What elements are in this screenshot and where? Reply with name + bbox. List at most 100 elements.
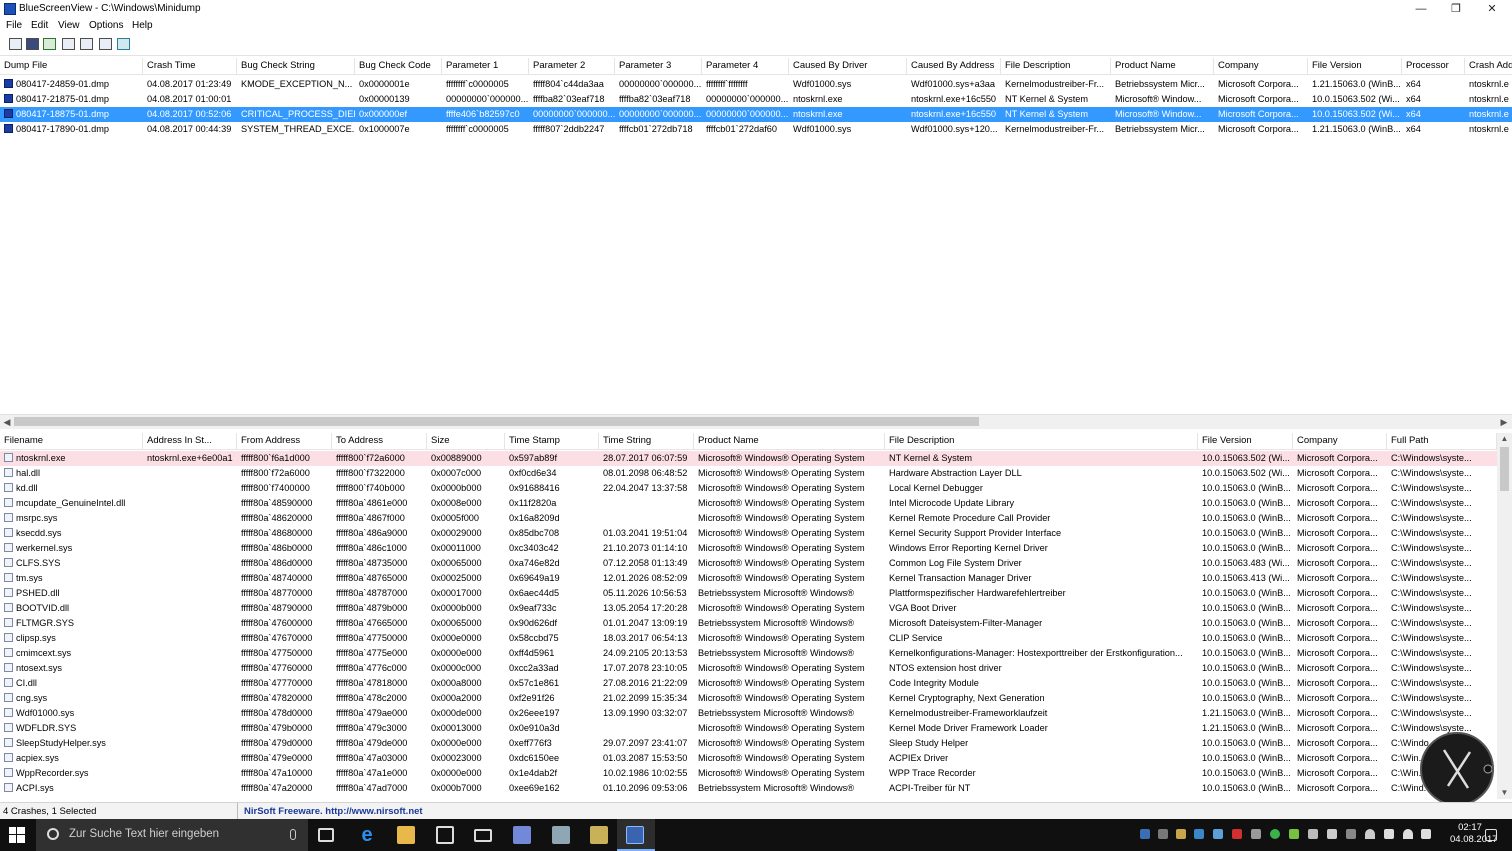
- crash-header-crash-add[interactable]: Crash Add: [1465, 58, 1512, 74]
- scroll-down-icon[interactable]: ▼: [1497, 787, 1512, 799]
- crash-header-caused-by-driver[interactable]: Caused By Driver: [789, 58, 907, 74]
- find-icon[interactable]: [99, 38, 112, 50]
- save-icon[interactable]: [26, 38, 39, 50]
- driver-row[interactable]: mcupdate_GenuineIntel.dll fffff80a`485900…: [0, 496, 1497, 511]
- driver-row[interactable]: ntoskrnl.exe ntoskrnl.exe+6e00a1 fffff800`…: [0, 451, 1497, 466]
- volume-icon[interactable]: [1421, 829, 1431, 839]
- edge-icon[interactable]: e: [358, 825, 376, 845]
- driver-header-product-name[interactable]: Product Name: [694, 433, 885, 449]
- scroll-right-icon[interactable]: ▶: [1497, 415, 1511, 429]
- crash-header-dump-file[interactable]: Dump File: [0, 58, 143, 74]
- driver-header-from-address[interactable]: From Address: [237, 433, 332, 449]
- taskbar-clock[interactable]: 02:17 04.08.2017: [1450, 822, 1498, 846]
- driver-row[interactable]: CLFS.SYS fffff80a`486d0000 fffff80a`487350…: [0, 556, 1497, 571]
- driver-row[interactable]: ACPI.sys fffff80a`47a20000 fffff80a`47ad70…: [0, 781, 1497, 796]
- crash-row[interactable]: 080417-21875-01.dmp 04.08.2017 01:00:01 0x…: [0, 92, 1512, 107]
- driver-row[interactable]: clipsp.sys fffff80a`47670000 fffff80a`4775…: [0, 631, 1497, 646]
- properties-icon[interactable]: [9, 38, 22, 50]
- mail-icon[interactable]: [474, 829, 492, 842]
- menu-options[interactable]: Options: [89, 20, 123, 31]
- driver-row[interactable]: PSHED.dll fffff80a`48770000 fffff80a`48787…: [0, 586, 1497, 601]
- options-icon[interactable]: [80, 38, 93, 50]
- tray-icon-1[interactable]: [1140, 829, 1150, 839]
- menu-edit[interactable]: Edit: [31, 20, 48, 31]
- scroll-thumb-vertical[interactable]: [1500, 447, 1509, 491]
- driver-row[interactable]: Wdf01000.sys fffff80a`478d0000 fffff80a`47…: [0, 706, 1497, 721]
- driver-header-file-version[interactable]: File Version: [1198, 433, 1293, 449]
- driver-row[interactable]: msrpc.sys fffff80a`48620000 fffff80a`4867f…: [0, 511, 1497, 526]
- scroll-up-icon[interactable]: ▲: [1497, 433, 1512, 445]
- app-icon-1[interactable]: [552, 826, 570, 844]
- app-icon-2[interactable]: [590, 826, 608, 844]
- overlay-widget[interactable]: [1420, 732, 1494, 806]
- refresh-icon[interactable]: [43, 38, 56, 50]
- crash-header-parameter-4[interactable]: Parameter 4: [702, 58, 789, 74]
- vertical-scrollbar[interactable]: ▲ ▼: [1497, 433, 1512, 799]
- crash-row[interactable]: 080417-24859-01.dmp 04.08.2017 01:23:49 KM…: [0, 77, 1512, 92]
- tray-icon-11[interactable]: [1327, 829, 1337, 839]
- driver-header-full-path[interactable]: Full Path: [1387, 433, 1497, 449]
- driver-header-size[interactable]: Size: [427, 433, 505, 449]
- microphone-icon[interactable]: [290, 829, 296, 840]
- driver-row[interactable]: hal.dll fffff800`f72a6000 fffff800`f732200…: [0, 466, 1497, 481]
- crash-header-caused-by-address[interactable]: Caused By Address: [907, 58, 1001, 74]
- driver-row[interactable]: werkernel.sys fffff80a`486b0000 fffff80a`4…: [0, 541, 1497, 556]
- driver-row[interactable]: ksecdd.sys fffff80a`48680000 fffff80a`486a…: [0, 526, 1497, 541]
- scroll-thumb[interactable]: [14, 417, 979, 426]
- tray-icon-7[interactable]: [1251, 829, 1261, 839]
- driver-row[interactable]: tm.sys fffff80a`48740000 fffff80a`48765000…: [0, 571, 1497, 586]
- menu-view[interactable]: View: [58, 20, 80, 31]
- driver-header-address-in-st[interactable]: Address In St...: [143, 433, 237, 449]
- driver-row[interactable]: ntosext.sys fffff80a`47760000 fffff80a`477…: [0, 661, 1497, 676]
- crash-header-crash-time[interactable]: Crash Time: [143, 58, 237, 74]
- crash-header-company[interactable]: Company: [1214, 58, 1308, 74]
- tray-icon-6[interactable]: [1232, 829, 1242, 839]
- nirsoft-link[interactable]: NirSoft Freeware. http://www.nirsoft.net: [237, 803, 423, 820]
- file-explorer-icon[interactable]: [397, 826, 415, 844]
- driver-row[interactable]: cng.sys fffff80a`47820000 fffff80a`478c200…: [0, 691, 1497, 706]
- crash-header-bug-check-code[interactable]: Bug Check Code: [355, 58, 442, 74]
- driver-header-time-string[interactable]: Time String: [599, 433, 694, 449]
- tray-icon-5[interactable]: [1213, 829, 1223, 839]
- crash-header-processor[interactable]: Processor: [1402, 58, 1465, 74]
- crash-header-parameter-3[interactable]: Parameter 3: [615, 58, 702, 74]
- crash-header-parameter-2[interactable]: Parameter 2: [529, 58, 615, 74]
- maximize-button[interactable]: ❐: [1438, 0, 1474, 18]
- driver-row[interactable]: BOOTVID.dll fffff80a`48790000 fffff80a`487…: [0, 601, 1497, 616]
- driver-row[interactable]: CI.dll fffff80a`47770000 fffff80a`47818000…: [0, 676, 1497, 691]
- exit-icon[interactable]: [117, 38, 130, 50]
- driver-row[interactable]: WppRecorder.sys fffff80a`47a10000 fffff80a…: [0, 766, 1497, 781]
- crash-row[interactable]: 080417-18875-01.dmp 04.08.2017 00:52:06 CR…: [0, 107, 1512, 122]
- crash-header-file-version[interactable]: File Version: [1308, 58, 1402, 74]
- crash-header-product-name[interactable]: Product Name: [1111, 58, 1214, 74]
- copy-icon[interactable]: [62, 38, 75, 50]
- taskbar-search[interactable]: Zur Suche Text hier eingeben: [36, 819, 308, 851]
- network-icon[interactable]: [1403, 829, 1413, 839]
- tray-icon-4[interactable]: [1194, 829, 1204, 839]
- driver-header-file-description[interactable]: File Description: [885, 433, 1198, 449]
- menu-help[interactable]: Help: [132, 20, 153, 31]
- task-view-icon[interactable]: [318, 828, 334, 842]
- discord-icon[interactable]: [513, 826, 531, 844]
- tray-icon-3[interactable]: [1176, 829, 1186, 839]
- scroll-left-icon[interactable]: ◀: [0, 415, 14, 429]
- tray-icon-2[interactable]: [1158, 829, 1168, 839]
- horizontal-scrollbar[interactable]: ◀ ▶: [0, 414, 1512, 429]
- onedrive-icon[interactable]: [1365, 829, 1375, 839]
- driver-row[interactable]: acpiex.sys fffff80a`479e0000 fffff80a`47a0…: [0, 751, 1497, 766]
- driver-row[interactable]: SleepStudyHelper.sys fffff80a`479d0000 fff…: [0, 736, 1497, 751]
- tray-icon-10[interactable]: [1308, 829, 1318, 839]
- tray-icon-9[interactable]: [1289, 829, 1299, 839]
- crash-header-parameter-1[interactable]: Parameter 1: [442, 58, 529, 74]
- driver-row[interactable]: kd.dll fffff800`f7400000 fffff800`f740b000…: [0, 481, 1497, 496]
- tray-icon-8[interactable]: [1270, 829, 1280, 839]
- crash-row[interactable]: 080417-17890-01.dmp 04.08.2017 00:44:39 SY…: [0, 122, 1512, 137]
- battery-icon[interactable]: [1384, 829, 1394, 839]
- tray-icon-12[interactable]: [1346, 829, 1356, 839]
- crash-header-bug-check-string[interactable]: Bug Check String: [237, 58, 355, 74]
- close-button[interactable]: ✕: [1474, 0, 1510, 18]
- driver-header-to-address[interactable]: To Address: [332, 433, 427, 449]
- driver-row[interactable]: cmimcext.sys fffff80a`47750000 fffff80a`47…: [0, 646, 1497, 661]
- crash-header-file-description[interactable]: File Description: [1001, 58, 1111, 74]
- driver-row[interactable]: FLTMGR.SYS fffff80a`47600000 fffff80a`4766…: [0, 616, 1497, 631]
